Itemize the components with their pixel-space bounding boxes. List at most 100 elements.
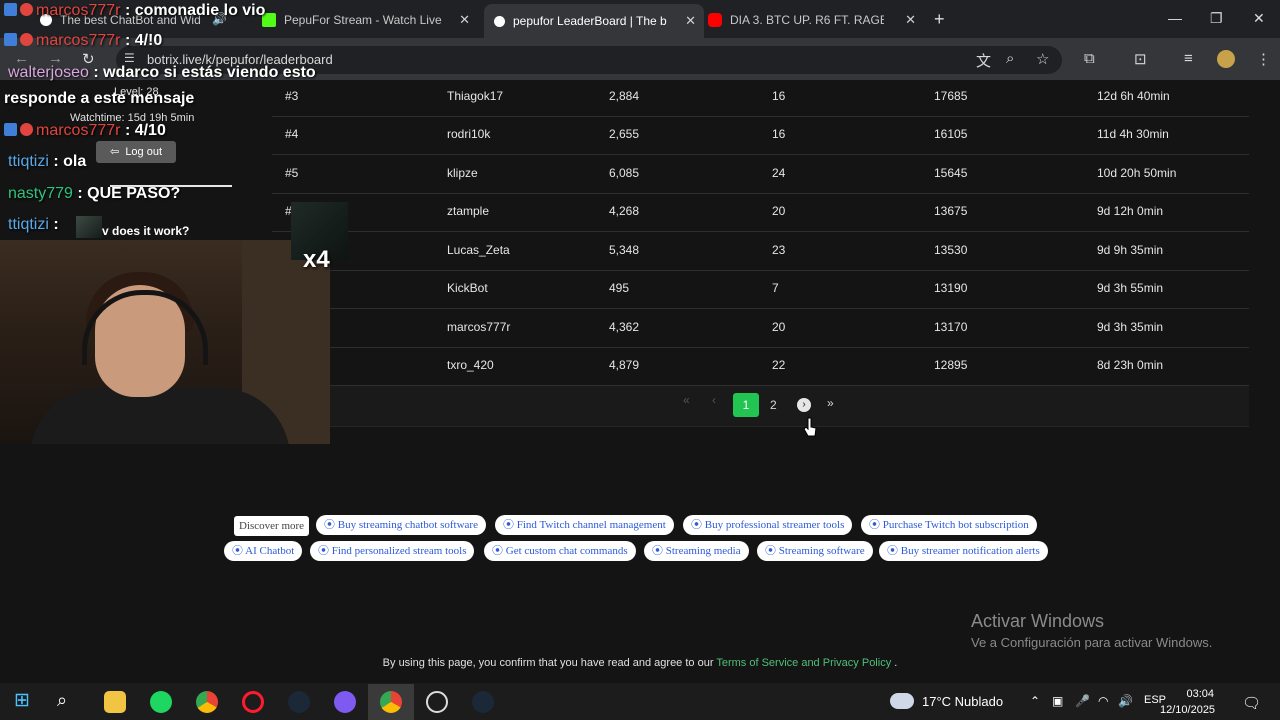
- points-cell: 12895: [934, 358, 968, 372]
- name-cell: rodri10k: [447, 127, 491, 141]
- messages-cell: 2,884: [609, 89, 640, 103]
- points-cell: 13675: [934, 204, 968, 218]
- profile-avatar-icon[interactable]: [1217, 50, 1235, 68]
- discover-chip[interactable]: ⦿ Streaming media: [644, 541, 749, 561]
- level-cell: 20: [772, 204, 786, 218]
- messages-cell: 6,085: [609, 166, 640, 180]
- level-cell: 7: [772, 281, 779, 295]
- discover-chip[interactable]: ⦿ Purchase Twitch bot subscription: [861, 515, 1037, 535]
- steam-icon[interactable]: [472, 691, 494, 713]
- name-cell: Thiagok17: [447, 89, 504, 103]
- tab-pepufor-stream[interactable]: PepuFor Stream - Watch Live o ✕: [262, 6, 478, 34]
- emote-multiplier: x4: [303, 246, 330, 273]
- rank-cell: #5: [285, 166, 299, 180]
- sub-badge-icon: [20, 123, 33, 136]
- opera-icon[interactable]: [242, 691, 264, 713]
- system-clock[interactable]: 03:04 12/10/2025: [1160, 686, 1215, 718]
- points-cell: 16105: [934, 127, 968, 141]
- table-row: #4 rodri10k 2,655 16 16105 11d 4h 30min: [272, 116, 1249, 155]
- last-page-icon[interactable]: »: [827, 396, 834, 410]
- meet-icon[interactable]: ▣: [1052, 694, 1063, 708]
- discover-chip[interactable]: ⦿ Buy streaming chatbot software: [316, 515, 486, 535]
- rank-cell: #3: [285, 89, 299, 103]
- clock-time: 03:04: [1186, 688, 1214, 700]
- zoom-icon[interactable]: ⌕: [1006, 50, 1014, 67]
- discover-chip[interactable]: ⦿ Buy professional streamer tools: [683, 515, 853, 535]
- discover-chip[interactable]: ⦿ Get custom chat commands: [484, 541, 636, 561]
- watchtime-cell: 9d 9h 35min: [1097, 243, 1164, 257]
- table-row: txro_420 4,879 22 12895 8d 23h 0min: [272, 347, 1249, 386]
- window-close-icon[interactable]: ✕: [1253, 10, 1265, 27]
- points-cell: 13170: [934, 320, 968, 334]
- reading-list-icon[interactable]: ≡: [1184, 50, 1193, 67]
- table-row: #5 klipze 6,085 24 15645 10d 20h 50min: [272, 155, 1249, 194]
- tab-title: DIA 3. BTC UP. R6 FT. RAGEYLO: [730, 13, 884, 27]
- search-icon[interactable]: ⌕: [57, 690, 67, 711]
- footer-end: .: [894, 657, 898, 669]
- points-cell: 13190: [934, 281, 968, 295]
- discover-chip[interactable]: ⦿ Find Twitch channel management: [495, 515, 674, 535]
- obs-icon[interactable]: [426, 691, 448, 713]
- chat-message: marcos777r : 4/!0: [4, 32, 162, 50]
- chat-message: ttiqtizi : ola: [8, 153, 87, 170]
- tab-youtube[interactable]: DIA 3. BTC UP. R6 FT. RAGEYLO ✕: [708, 6, 924, 34]
- logout-button[interactable]: ⇦ Log out: [96, 141, 176, 163]
- tab-close-icon[interactable]: ✕: [459, 12, 470, 28]
- site-info-icon[interactable]: ☰: [124, 51, 135, 65]
- tab-title: PepuFor Stream - Watch Live o: [284, 13, 442, 27]
- bookmark-star-icon[interactable]: ☆: [1036, 50, 1049, 68]
- tray-chevron-icon[interactable]: ⌃: [1030, 694, 1040, 708]
- points-cell: 13530: [934, 243, 968, 257]
- media-icon[interactable]: ⊡: [1134, 50, 1147, 68]
- hand-cursor-icon: [803, 417, 817, 437]
- page-2-button[interactable]: 2: [770, 398, 777, 412]
- kick-badge-icon: [4, 123, 17, 136]
- file-explorer-icon[interactable]: [104, 691, 126, 713]
- menu-dots-icon[interactable]: ⋮: [1256, 50, 1271, 68]
- level-cell: 23: [772, 243, 786, 257]
- discover-chip[interactable]: ⦿ Streaming software: [757, 541, 873, 561]
- notifications-icon[interactable]: 🗨: [1242, 694, 1261, 712]
- chat-message: nasty779 : QUE PASO?: [8, 185, 181, 202]
- chat-message: responde a este mensaje: [4, 90, 195, 107]
- wifi-icon[interactable]: ◠: [1098, 694, 1108, 708]
- discover-chip[interactable]: ⦿ Buy streamer notification alerts: [879, 541, 1048, 561]
- page-1-button[interactable]: 1: [733, 393, 759, 417]
- next-page-icon[interactable]: ›: [797, 398, 811, 412]
- tab-leaderboard[interactable]: pepufor LeaderBoard | The best ✕: [484, 4, 704, 38]
- prev-page-icon[interactable]: ‹: [712, 393, 716, 407]
- activate-windows-subtitle: Ve a Configuración para activar Windows.: [971, 635, 1213, 650]
- chrome-icon[interactable]: [196, 691, 218, 713]
- sub-badge-icon: [20, 3, 33, 16]
- discover-chip[interactable]: ⦿ AI Chatbot: [224, 541, 303, 561]
- microphone-icon[interactable]: 🎤: [1075, 694, 1090, 708]
- name-cell: Lucas_Zeta: [447, 243, 510, 257]
- minimize-icon[interactable]: —: [1168, 10, 1182, 26]
- windows-start-icon[interactable]: ⊞: [14, 689, 30, 712]
- watchtime-cell: 8d 23h 0min: [1097, 358, 1164, 372]
- table-row: marcos777r 4,362 20 13170 9d 3h 35min: [272, 309, 1249, 348]
- points-cell: 15645: [934, 166, 968, 180]
- user-level: Level: 28: [114, 86, 159, 98]
- steam-icon[interactable]: [288, 691, 310, 713]
- rank-cell: #4: [285, 127, 299, 141]
- tab-favicon-icon: [494, 15, 505, 27]
- level-cell: 22: [772, 358, 786, 372]
- name-cell: txro_420: [447, 358, 494, 372]
- tab-close-icon[interactable]: ✕: [685, 13, 696, 29]
- pagination-bar: [330, 386, 1249, 427]
- terms-link[interactable]: Terms of Service and Privacy Policy: [716, 657, 891, 669]
- extensions-icon[interactable]: ⧉: [1084, 50, 1095, 67]
- chrome-active-icon[interactable]: [380, 691, 402, 713]
- emote-image: [76, 216, 102, 238]
- maximize-icon[interactable]: ❐: [1210, 10, 1223, 27]
- discord-icon[interactable]: [334, 691, 356, 713]
- volume-icon[interactable]: 🔊: [1118, 694, 1133, 708]
- spotify-icon[interactable]: [150, 691, 172, 713]
- new-tab-icon[interactable]: +: [934, 9, 945, 30]
- translate-icon[interactable]: 文: [976, 50, 991, 71]
- discover-chip[interactable]: ⦿ Find personalized stream tools: [310, 541, 475, 561]
- weather-text[interactable]: 17°C Nublado: [922, 694, 1003, 709]
- tab-close-icon[interactable]: ✕: [905, 12, 916, 28]
- first-page-icon[interactable]: «: [683, 393, 690, 407]
